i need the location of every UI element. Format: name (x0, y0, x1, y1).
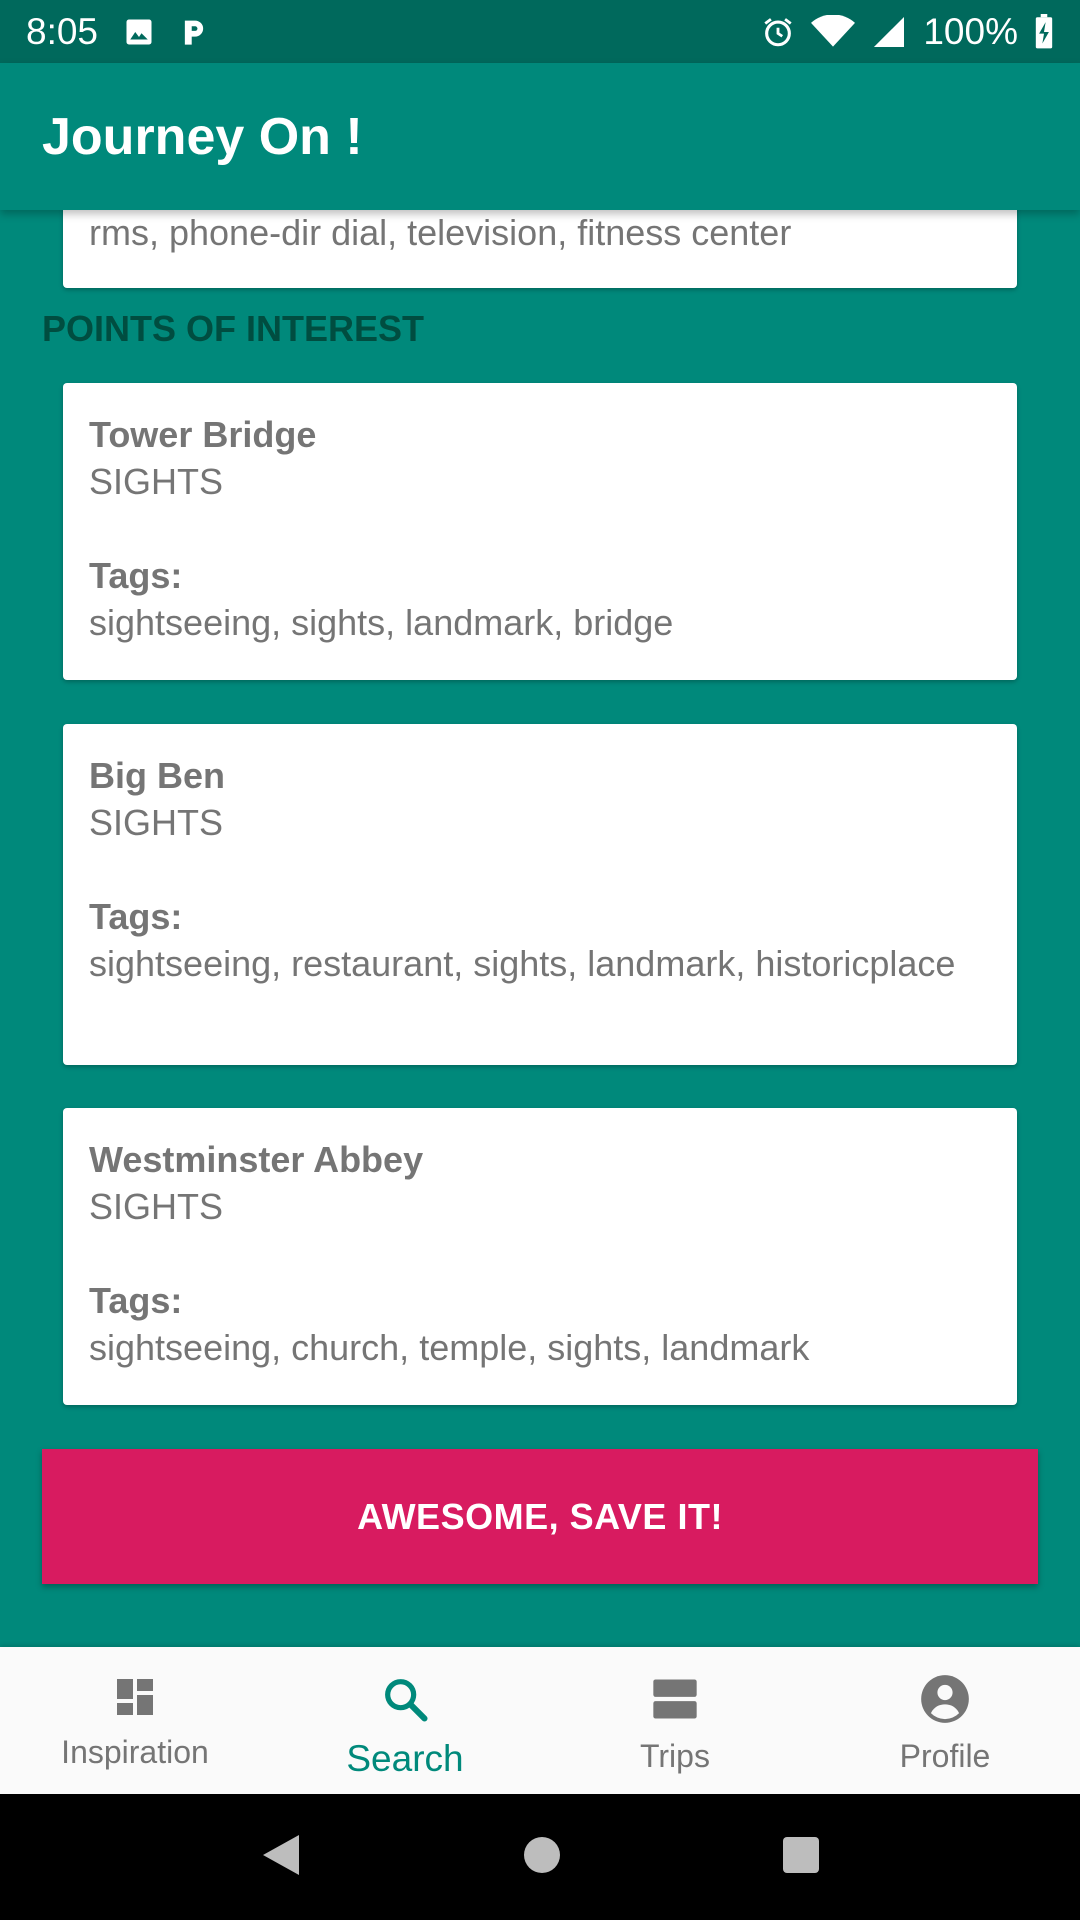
image-icon (124, 17, 154, 47)
nav-label: Trips (640, 1738, 710, 1774)
nav-label: Profile (899, 1738, 991, 1774)
poi-card[interactable]: Tower Bridge SIGHTS Tags: sightseeing, s… (63, 383, 1017, 680)
nav-label: Inspiration (61, 1734, 209, 1770)
poi-tags-label: Tags: (89, 555, 183, 596)
status-time: 8:05 (26, 10, 99, 52)
save-button[interactable]: AWESOME, SAVE IT! (42, 1449, 1038, 1584)
nav-item-profile[interactable]: Profile (810, 1647, 1080, 1794)
content-scroll[interactable]: rms, phone-dir dial, television, fitness… (0, 210, 1080, 1647)
amenities-card: rms, phone-dir dial, television, fitness… (63, 210, 1017, 288)
section-title: POINTS OF INTEREST (42, 308, 425, 349)
poi-tags-label: Tags: (89, 1280, 183, 1321)
alarm-icon (761, 15, 795, 49)
poi-tags: sightseeing, church, temple, sights, lan… (89, 1327, 810, 1368)
poi-category: SIGHTS (89, 461, 224, 502)
poi-tags: sightseeing, sights, landmark, bridge (89, 602, 674, 643)
app-bar: Journey On ! (0, 63, 1080, 210)
bottom-nav: Inspiration Search Trips Profile (0, 1647, 1080, 1794)
battery-charging-icon (1034, 13, 1054, 50)
nav-item-search[interactable]: Search (270, 1647, 540, 1794)
amenities-text: rms, phone-dir dial, television, fitness… (89, 212, 792, 253)
nav-item-trips[interactable]: Trips (540, 1647, 810, 1794)
app-title: Journey On ! (42, 107, 363, 166)
poi-category: SIGHTS (89, 802, 224, 843)
dashboard-icon (111, 1673, 159, 1726)
recents-icon[interactable] (781, 1835, 821, 1880)
poi-tags: sightseeing, restaurant, sights, landmar… (89, 943, 956, 984)
poi-card[interactable]: Westminster Abbey SIGHTS Tags: sightseei… (63, 1108, 1017, 1405)
wifi-icon (811, 14, 856, 49)
system-nav-bar (0, 1794, 1080, 1920)
poi-category: SIGHTS (89, 1186, 224, 1227)
home-icon[interactable] (522, 1835, 562, 1880)
battery-level: 100% (923, 10, 1018, 52)
poi-name: Tower Bridge (89, 414, 317, 455)
profile-icon (919, 1673, 971, 1730)
poi-name: Big Ben (89, 755, 226, 796)
status-bar: 8:05 100% (0, 0, 1080, 63)
parking-icon (180, 16, 208, 48)
signal-icon (871, 14, 907, 50)
nav-label: Search (346, 1738, 464, 1779)
nav-item-inspiration[interactable]: Inspiration (0, 1647, 270, 1794)
back-icon[interactable] (259, 1831, 303, 1884)
poi-name: Westminster Abbey (89, 1139, 424, 1180)
search-icon (379, 1673, 431, 1730)
trips-icon (649, 1673, 701, 1730)
poi-tags-label: Tags: (89, 896, 183, 937)
poi-card[interactable]: Big Ben SIGHTS Tags: sightseeing, restau… (63, 724, 1017, 1065)
